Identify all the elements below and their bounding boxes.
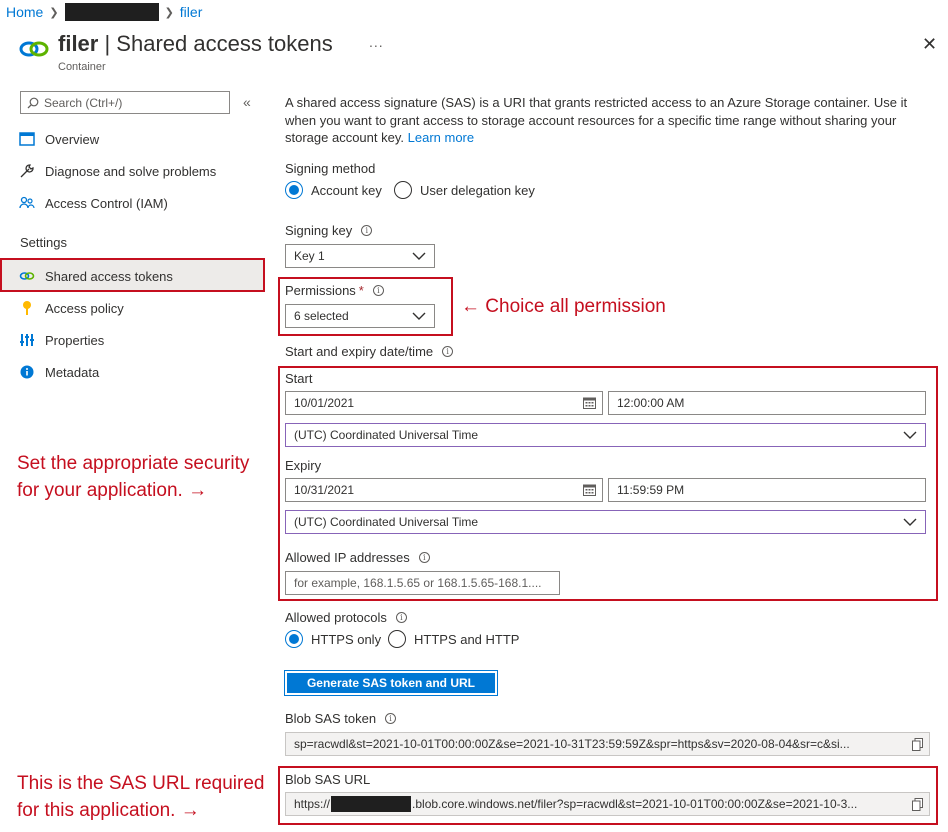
chevron-right-icon: ❯	[164, 6, 174, 19]
sidebar-item-label: Access Control (IAM)	[45, 195, 168, 211]
expiry-date-input[interactable]: 10/31/2021	[285, 478, 603, 502]
blob-sas-token-label: Blob SAS token i	[285, 711, 397, 726]
signing-key-label: Signing key i	[285, 223, 373, 238]
blob-sas-token-field[interactable]: sp=racwdl&st=2021-10-01T00:00:00Z&se=202…	[285, 732, 930, 756]
calendar-icon	[583, 484, 596, 496]
breadcrumb-home[interactable]: Home	[6, 4, 43, 20]
sidebar-item-overview[interactable]: Overview	[18, 129, 99, 149]
link-container-icon	[19, 41, 49, 57]
chevron-down-icon	[412, 252, 426, 260]
annotation-permissions: ← Choice all permission	[461, 296, 666, 317]
permissions-label: Permissions * i	[285, 283, 384, 298]
info-icon[interactable]: i	[395, 612, 407, 623]
people-icon	[18, 195, 36, 211]
radio-unselected-icon	[394, 181, 412, 199]
wrench-icon	[18, 163, 36, 179]
more-options-button[interactable]: ...	[369, 34, 384, 50]
description-text: A shared access signature (SAS) is a URI…	[285, 95, 908, 145]
search-icon	[27, 97, 39, 108]
info-icon[interactable]: i	[418, 552, 430, 563]
breadcrumb: Home ❯ ❯ filer	[6, 3, 202, 21]
permissions-dropdown[interactable]: 6 selected	[285, 304, 435, 328]
chevron-down-icon	[412, 312, 426, 320]
overview-icon	[18, 131, 36, 147]
allowed-ip-label: Allowed IP addresses i	[285, 550, 430, 565]
search-input[interactable]: Search (Ctrl+/)	[20, 91, 230, 114]
redacted-resource-name[interactable]	[64, 3, 159, 21]
copy-icon[interactable]	[912, 738, 923, 751]
info-icon[interactable]: i	[442, 346, 454, 357]
learn-more-link[interactable]: Learn more	[408, 130, 474, 145]
radio-user-delegation-key[interactable]: User delegation key	[394, 181, 535, 199]
chevron-down-icon	[903, 518, 917, 526]
start-time-input[interactable]: 12:00:00 AM	[608, 391, 926, 415]
radio-https-only[interactable]: HTTPS only	[285, 630, 381, 648]
radio-unselected-icon	[388, 630, 406, 648]
info-icon[interactable]: i	[372, 285, 384, 296]
page-title: filer | Shared access tokens	[58, 31, 333, 56]
info-icon	[18, 364, 36, 380]
start-expiry-label: Start and expiry date/time i	[285, 344, 454, 359]
key-icon	[18, 300, 36, 316]
generate-sas-button[interactable]: Generate SAS token and URL	[284, 670, 498, 696]
redacted-account-name	[331, 796, 412, 812]
sidebar-item-label: Diagnose and solve problems	[45, 163, 217, 179]
signing-method-label: Signing method	[285, 161, 376, 176]
start-label: Start	[285, 371, 313, 386]
search-placeholder: Search (Ctrl+/)	[44, 95, 123, 110]
collapse-sidebar-button[interactable]: «	[243, 94, 251, 110]
sidebar-item-label: Properties	[45, 332, 105, 348]
allowed-protocols-label: Allowed protocols i	[285, 610, 407, 625]
sidebar-item-properties[interactable]: Properties	[18, 330, 104, 350]
sidebar-item-label: Metadata	[45, 364, 100, 380]
expiry-timezone-dropdown[interactable]: (UTC) Coordinated Universal Time	[285, 510, 926, 534]
start-timezone-dropdown[interactable]: (UTC) Coordinated Universal Time	[285, 423, 926, 447]
sidebar-item-access-policy[interactable]: Access policy	[18, 298, 124, 318]
expiry-time-input[interactable]: 11:59:59 PM	[608, 478, 926, 502]
radio-https-and-http[interactable]: HTTPS and HTTP	[388, 630, 519, 648]
properties-icon	[18, 332, 36, 348]
sidebar-item-label: Shared access tokens	[45, 268, 173, 284]
sidebar-item-diagnose[interactable]: Diagnose and solve problems	[18, 161, 216, 181]
radio-selected-icon	[285, 181, 303, 199]
chevron-down-icon	[903, 431, 917, 439]
breadcrumb-current[interactable]: filer	[180, 4, 203, 20]
blob-sas-url-field[interactable]: https:// .blob.core.windows.net/filer?sp…	[285, 792, 930, 816]
expiry-label: Expiry	[285, 458, 322, 473]
copy-icon[interactable]	[912, 798, 923, 811]
chevron-right-icon: ❯	[49, 6, 59, 19]
annotation-sas-url: This is the SAS URL required for this ap…	[17, 773, 265, 821]
sidebar-item-label: Access policy	[45, 300, 124, 316]
page-subtitle: Container	[58, 61, 106, 73]
signing-key-dropdown[interactable]: Key 1	[285, 244, 435, 268]
radio-account-key[interactable]: Account key	[285, 181, 382, 199]
sidebar-item-label: Overview	[45, 131, 100, 147]
radio-selected-icon	[285, 630, 303, 648]
close-icon[interactable]: ✕	[922, 34, 937, 55]
sidebar-item-shared-access-tokens[interactable]: Shared access tokens	[18, 266, 173, 286]
sidebar-item-metadata[interactable]: Metadata	[18, 362, 99, 382]
allowed-ip-input[interactable]: for example, 168.1.5.65 or 168.1.5.65-16…	[285, 571, 560, 595]
start-date-input[interactable]: 10/01/2021	[285, 391, 603, 415]
calendar-icon	[583, 397, 596, 409]
annotation-security: Set the appropriate security for your ap…	[17, 453, 250, 501]
blob-sas-url-label: Blob SAS URL	[285, 772, 371, 787]
info-icon[interactable]: i	[385, 713, 397, 724]
link-icon	[18, 268, 36, 284]
settings-section-header: Settings	[20, 235, 67, 250]
info-icon[interactable]: i	[361, 225, 373, 236]
sidebar-item-iam[interactable]: Access Control (IAM)	[18, 193, 168, 213]
